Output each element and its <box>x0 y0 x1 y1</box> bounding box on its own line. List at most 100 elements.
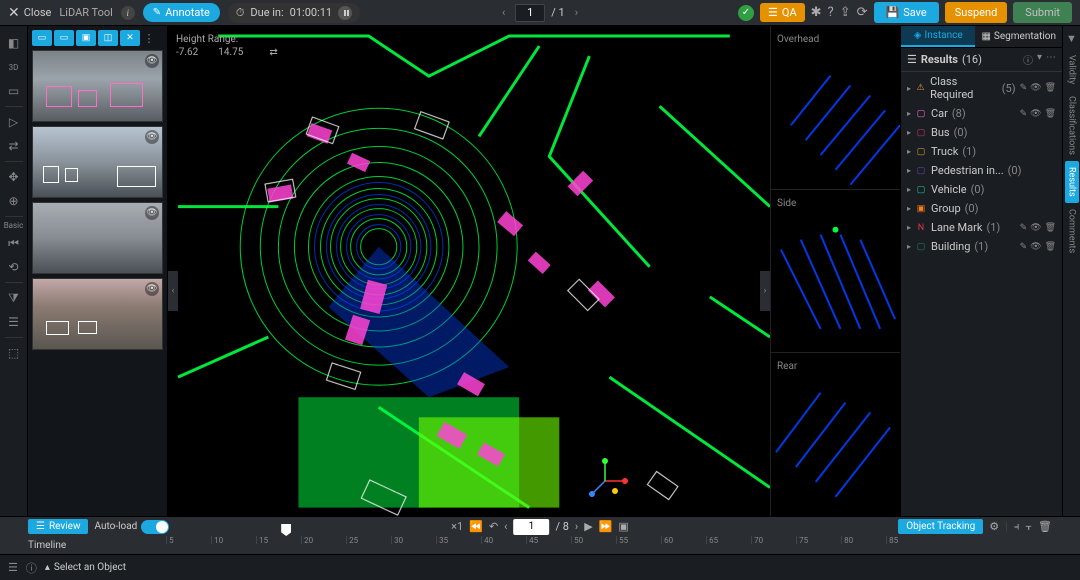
result-item[interactable]: ▸ ▢ Bus (0) <box>901 123 1062 142</box>
page-input[interactable]: 1 <box>515 4 545 22</box>
close-button[interactable]: ✕ Close <box>8 5 51 21</box>
tool-route-icon[interactable]: ⇄ <box>3 135 25 157</box>
next-icon[interactable]: › <box>575 520 578 533</box>
eye-icon[interactable]: 👁 <box>145 206 159 220</box>
suspend-button[interactable]: Suspend <box>945 2 1008 23</box>
upload-icon[interactable]: ⇪ <box>840 5 851 20</box>
tool-rotate-icon[interactable]: ⟲ <box>3 256 25 278</box>
info-icon[interactable]: i <box>121 6 135 20</box>
rear-view[interactable]: Rear <box>771 353 900 516</box>
collapse-left-icon[interactable]: ‹ <box>168 271 178 311</box>
overhead-view[interactable]: Overhead <box>771 26 900 190</box>
trash-icon[interactable]: 🗑 <box>1045 109 1056 119</box>
range-max[interactable]: 14.75 <box>218 47 243 58</box>
tool-crop-icon[interactable]: ⬚ <box>3 342 25 364</box>
trash-icon[interactable]: 🗑 <box>1038 520 1052 533</box>
gear-icon[interactable]: ⚙ <box>989 520 999 533</box>
timeline-track[interactable]: 510152025303540455055606570758085 <box>156 536 1052 554</box>
result-item[interactable]: ▸ ▢ Vehicle (0) <box>901 180 1062 199</box>
edit-icon[interactable]: ✎ <box>1020 223 1028 233</box>
eye-icon[interactable]: 👁 <box>1030 109 1041 119</box>
result-item[interactable]: ▸ N Lane Mark (1) ✎ 👁 🗑 <box>901 218 1062 237</box>
trash-icon[interactable]: 🗑 <box>1045 242 1056 252</box>
tool-filter-icon[interactable]: ⧩ <box>3 287 25 309</box>
result-item[interactable]: ▸ ▢ Pedestrian in... (0) <box>901 161 1062 180</box>
eye-icon[interactable]: 👁 <box>145 130 159 144</box>
eye-icon[interactable]: 👁 <box>145 54 159 68</box>
help-icon[interactable]: ? <box>828 5 834 20</box>
tool-compass-icon[interactable]: ⊕ <box>3 190 25 212</box>
edit-icon[interactable]: ✎ <box>1020 242 1028 252</box>
autoload-toggle[interactable] <box>141 520 169 534</box>
merge-icon[interactable]: ⫟ <box>1025 520 1032 534</box>
side-view[interactable]: Side <box>771 190 900 354</box>
thumb-tab-2[interactable]: ▭ <box>54 30 74 46</box>
info-small-icon[interactable]: ⓘ <box>1023 52 1033 67</box>
nav-prev-icon[interactable]: ‹ <box>498 6 509 19</box>
collapse-right-icon[interactable]: › <box>760 271 770 311</box>
filter-icon[interactable]: ▼ <box>1066 32 1077 45</box>
pause-icon[interactable] <box>338 6 352 20</box>
help-icon[interactable]: ⓘ <box>26 560 37 576</box>
tab-instance[interactable]: ◈ Instance <box>901 26 975 47</box>
camera-thumb-2[interactable]: 👁 <box>32 126 163 198</box>
camera-thumb-4[interactable]: 👁 <box>32 278 163 350</box>
thumb-tab-5[interactable]: ✕ <box>120 30 140 46</box>
eye-icon[interactable]: 👁 <box>1030 242 1041 252</box>
qa-button[interactable]: ☰ QA <box>760 3 805 22</box>
vtab-classifications[interactable]: Classifications <box>1065 90 1079 161</box>
lidar-viewport[interactable]: Height Range: -7.62 14.75 ⇄ ‹ › <box>168 26 770 516</box>
thumb-tab-1[interactable]: ▭ <box>32 30 52 46</box>
camera-thumb-3[interactable]: 👁 <box>32 202 163 274</box>
axis-gizmo[interactable] <box>580 456 630 506</box>
thumb-tab-4[interactable]: ◫ <box>98 30 118 46</box>
bug-icon[interactable]: ✱ <box>811 5 822 20</box>
thumb-more-icon[interactable]: ⋮ <box>142 30 156 46</box>
filter-icon[interactable]: ▾ <box>1037 52 1042 67</box>
eye-icon[interactable]: 👁 <box>1030 83 1041 93</box>
frames-icon[interactable]: ▣ <box>618 520 628 533</box>
result-item[interactable]: ▸ ▢ Truck (1) <box>901 142 1062 161</box>
range-min[interactable]: -7.62 <box>176 47 198 58</box>
nav-next-icon[interactable]: › <box>571 6 582 19</box>
tool-rect-icon[interactable]: ▭ <box>3 80 25 102</box>
tool-cube-icon[interactable]: ◧ <box>3 32 25 54</box>
rewind-icon[interactable]: ⏪ <box>469 520 483 533</box>
eye-icon[interactable]: 👁 <box>1030 223 1041 233</box>
eye-icon[interactable]: 👁 <box>145 282 159 296</box>
play-icon[interactable]: ▶ <box>584 520 592 533</box>
thumb-tab-3[interactable]: ▣ <box>76 30 96 46</box>
result-item[interactable]: ▸ ▢ Car (8) ✎ 👁 🗑 <box>901 104 1062 123</box>
tool-3d[interactable]: 3D <box>3 56 25 78</box>
edit-icon[interactable]: ✎ <box>1020 109 1028 119</box>
result-item[interactable]: ▸ ▣ Group (0) <box>901 199 1062 218</box>
result-item[interactable]: ▸ ▢ Building (1) ✎ 👁 🗑 <box>901 237 1062 256</box>
vtab-results[interactable]: Results <box>1065 161 1079 203</box>
annotate-button[interactable]: ✎ Annotate <box>143 3 220 22</box>
review-button[interactable]: ☰ Review <box>28 519 88 534</box>
undo-icon[interactable]: ↶ <box>489 520 498 533</box>
tool-layers-icon[interactable]: ☰ <box>3 311 25 333</box>
vtab-comments[interactable]: Comments <box>1065 203 1079 259</box>
split-icon[interactable]: ⫞ <box>1014 520 1020 534</box>
tool-move-icon[interactable]: ✥ <box>3 166 25 188</box>
settings-icon[interactable]: ☰ <box>8 561 18 574</box>
speed-icon[interactable]: ×1 <box>451 520 463 533</box>
object-tracking-button[interactable]: Object Tracking <box>898 519 983 534</box>
vtab-validity[interactable]: Validity <box>1065 49 1079 90</box>
more-icon[interactable]: ⋯ <box>1046 52 1056 67</box>
camera-thumb-1[interactable]: 👁 <box>32 50 163 122</box>
refresh-icon[interactable]: ⟳ <box>857 5 868 20</box>
result-item[interactable]: ▸ ⚠ Class Required (5) ✎ 👁 🗑 <box>901 72 1062 104</box>
frame-input[interactable] <box>513 519 549 535</box>
tab-segmentation[interactable]: ▦ Segmentation <box>975 26 1062 47</box>
tool-arrow-icon[interactable]: ▷ <box>3 111 25 133</box>
swap-icon[interactable]: ⇄ <box>269 47 277 58</box>
trash-icon[interactable]: 🗑 <box>1045 223 1056 233</box>
save-button[interactable]: 💾 Save <box>874 2 939 23</box>
tool-skip-icon[interactable]: ⏮ <box>3 232 25 254</box>
ffwd-icon[interactable]: ⏩ <box>599 520 613 533</box>
trash-icon[interactable]: 🗑 <box>1045 83 1056 93</box>
edit-icon[interactable]: ✎ <box>1020 83 1028 93</box>
prev-icon[interactable]: ‹ <box>504 520 507 533</box>
